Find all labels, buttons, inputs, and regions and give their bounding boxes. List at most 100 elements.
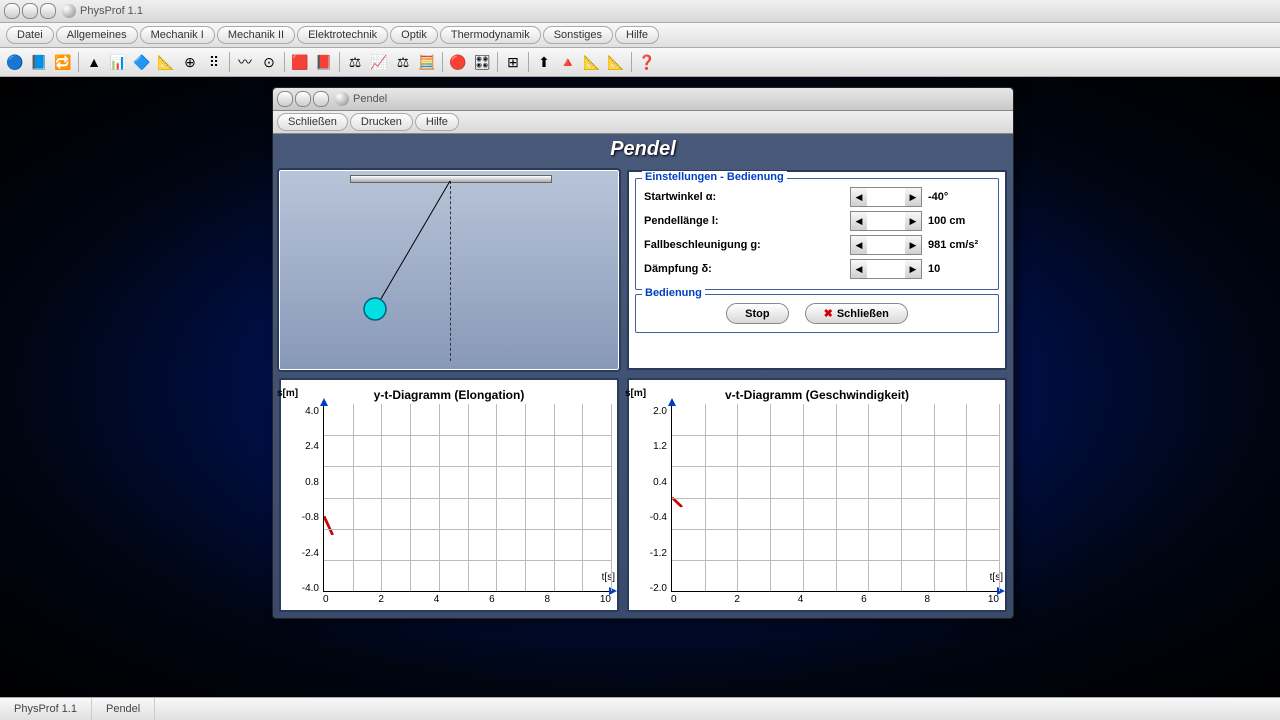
toolbar-icon[interactable]: ⚖ xyxy=(344,51,366,73)
chart-left-xaxis: 0246810 xyxy=(323,592,611,608)
setting-value: 100 cm xyxy=(922,215,990,227)
chart-left-panel: s[m] y-t-Diagramm (Elongation) 4.02.40.8… xyxy=(279,378,619,612)
toolbar-icon[interactable]: 📘 xyxy=(28,51,50,73)
menu-allgemeines[interactable]: Allgemeines xyxy=(56,26,138,44)
chart-left-grid: t[s] xyxy=(323,404,611,592)
spinner-dec-icon[interactable]: ◀ xyxy=(851,236,867,254)
tick-label: 0 xyxy=(671,594,677,608)
toolbar-icon[interactable]: 📐 xyxy=(155,51,177,73)
tick-label: -4.0 xyxy=(302,583,319,594)
spinner-dec-icon[interactable]: ◀ xyxy=(851,212,867,230)
toolbar-icon[interactable]: 📈 xyxy=(368,51,390,73)
setting-row-0: Startwinkel α:◀▶-40° xyxy=(644,185,990,209)
toolbar-icon[interactable]: 🔺 xyxy=(557,51,579,73)
statusbar: PhysProf 1.1 Pendel xyxy=(0,697,1280,720)
child-menu-hilfe[interactable]: Hilfe xyxy=(415,113,459,131)
toolbar-icon[interactable]: 🧮 xyxy=(416,51,438,73)
child-app-icon xyxy=(335,92,349,106)
child-window-btn-3[interactable] xyxy=(313,91,329,107)
spinner-inc-icon[interactable]: ▶ xyxy=(905,260,921,278)
menu-mechanik-ii[interactable]: Mechanik II xyxy=(217,26,295,44)
spinner-track[interactable] xyxy=(867,188,905,206)
tick-label: 6 xyxy=(489,594,495,608)
settings-panel: Einstellungen - Bedienung Startwinkel α:… xyxy=(627,170,1007,370)
setting-row-1: Pendellänge l:◀▶100 cm xyxy=(644,209,990,233)
menu-optik[interactable]: Optik xyxy=(390,26,438,44)
stop-button-label: Stop xyxy=(745,308,769,320)
menu-elektrotechnik[interactable]: Elektrotechnik xyxy=(297,26,388,44)
toolbar-icon[interactable]: ⊞ xyxy=(502,51,524,73)
tick-label: 2 xyxy=(734,594,740,608)
child-window-btn-1[interactable] xyxy=(277,91,293,107)
menu-sonstiges[interactable]: Sonstiges xyxy=(543,26,613,44)
tick-label: 8 xyxy=(545,594,551,608)
spinner[interactable]: ◀▶ xyxy=(850,211,922,231)
main-titlebar: PhysProf 1.1 xyxy=(0,0,1280,23)
toolbar-separator xyxy=(631,52,632,72)
toolbar-icon[interactable]: 📕 xyxy=(313,51,335,73)
tick-label: 4.0 xyxy=(305,406,319,417)
toolbar-separator xyxy=(78,52,79,72)
window-controls xyxy=(4,3,56,19)
tick-label: 10 xyxy=(600,594,611,608)
stop-button[interactable]: Stop xyxy=(726,303,788,324)
chart-right-title: s[m] v-t-Diagramm (Geschwindigkeit) xyxy=(635,388,999,402)
chart-right-yaxis: 2.01.20.4-0.4-1.2-2.0 xyxy=(635,404,671,608)
toolbar-icon[interactable]: 🟥 xyxy=(289,51,311,73)
toolbar-icon[interactable]: ⠿ xyxy=(203,51,225,73)
toolbar-icon[interactable]: 🔴 xyxy=(447,51,469,73)
close-button[interactable]: ✖Schließen xyxy=(805,303,908,324)
toolbar-separator xyxy=(497,52,498,72)
toolbar-icon[interactable]: ⚖ xyxy=(392,51,414,73)
pendulum-string xyxy=(375,181,450,309)
tick-label: 10 xyxy=(988,594,999,608)
toolbar-icon[interactable]: 📐 xyxy=(581,51,603,73)
spinner-inc-icon[interactable]: ▶ xyxy=(905,212,921,230)
spinner-inc-icon[interactable]: ▶ xyxy=(905,236,921,254)
spinner-track[interactable] xyxy=(867,212,905,230)
spinner-dec-icon[interactable]: ◀ xyxy=(851,260,867,278)
menu-datei[interactable]: Datei xyxy=(6,26,54,44)
spinner-track[interactable] xyxy=(867,260,905,278)
toolbar-icon[interactable]: 📊 xyxy=(107,51,129,73)
chart-right-panel: s[m] v-t-Diagramm (Geschwindigkeit) 2.01… xyxy=(627,378,1007,612)
child-window-btn-2[interactable] xyxy=(295,91,311,107)
pendulum-bob xyxy=(364,298,386,320)
toolbar-icon[interactable]: 📐 xyxy=(605,51,627,73)
menu-mechanik-i[interactable]: Mechanik I xyxy=(140,26,215,44)
child-window-pendel: Pendel SchließenDruckenHilfe Pendel Eins… xyxy=(272,87,1014,619)
tick-label: -0.8 xyxy=(302,512,319,523)
tick-label: 2.0 xyxy=(653,406,667,417)
chart-right-title-text: v-t-Diagramm (Geschwindigkeit) xyxy=(725,388,909,402)
spinner-inc-icon[interactable]: ▶ xyxy=(905,188,921,206)
spinner-track[interactable] xyxy=(867,236,905,254)
window-btn-3[interactable] xyxy=(40,3,56,19)
tick-label: 4 xyxy=(798,594,804,608)
toolbar-icon[interactable]: ⊕ xyxy=(179,51,201,73)
toolbar-icon[interactable]: 🎛 xyxy=(471,51,493,73)
toolbar-icon[interactable]: ⊙ xyxy=(258,51,280,73)
toolbar-icon[interactable]: ⬆ xyxy=(533,51,555,73)
toolbar-icon[interactable]: 🔷 xyxy=(131,51,153,73)
child-menu-schließen[interactable]: Schließen xyxy=(277,113,348,131)
child-window-controls xyxy=(277,91,329,107)
spinner[interactable]: ◀▶ xyxy=(850,187,922,207)
tick-label: 4 xyxy=(434,594,440,608)
toolbar-separator xyxy=(229,52,230,72)
toolbar-icon[interactable]: ▲ xyxy=(83,51,105,73)
window-btn-1[interactable] xyxy=(4,3,20,19)
menu-hilfe[interactable]: Hilfe xyxy=(615,26,659,44)
spinner[interactable]: ◀▶ xyxy=(850,235,922,255)
toolbar-icon[interactable]: 🔁 xyxy=(52,51,74,73)
child-menu-drucken[interactable]: Drucken xyxy=(350,113,413,131)
toolbar-icon[interactable]: 🔵 xyxy=(4,51,26,73)
controls-legend: Bedienung xyxy=(642,287,705,299)
toolbar-icon[interactable]: ❓ xyxy=(636,51,658,73)
window-btn-2[interactable] xyxy=(22,3,38,19)
tick-label: 2 xyxy=(378,594,384,608)
spinner-dec-icon[interactable]: ◀ xyxy=(851,188,867,206)
toolbar-icon[interactable]: 〰 xyxy=(234,51,256,73)
spinner[interactable]: ◀▶ xyxy=(850,259,922,279)
setting-row-2: Fallbeschleunigung g:◀▶981 cm/s² xyxy=(644,233,990,257)
menu-thermodynamik[interactable]: Thermodynamik xyxy=(440,26,541,44)
